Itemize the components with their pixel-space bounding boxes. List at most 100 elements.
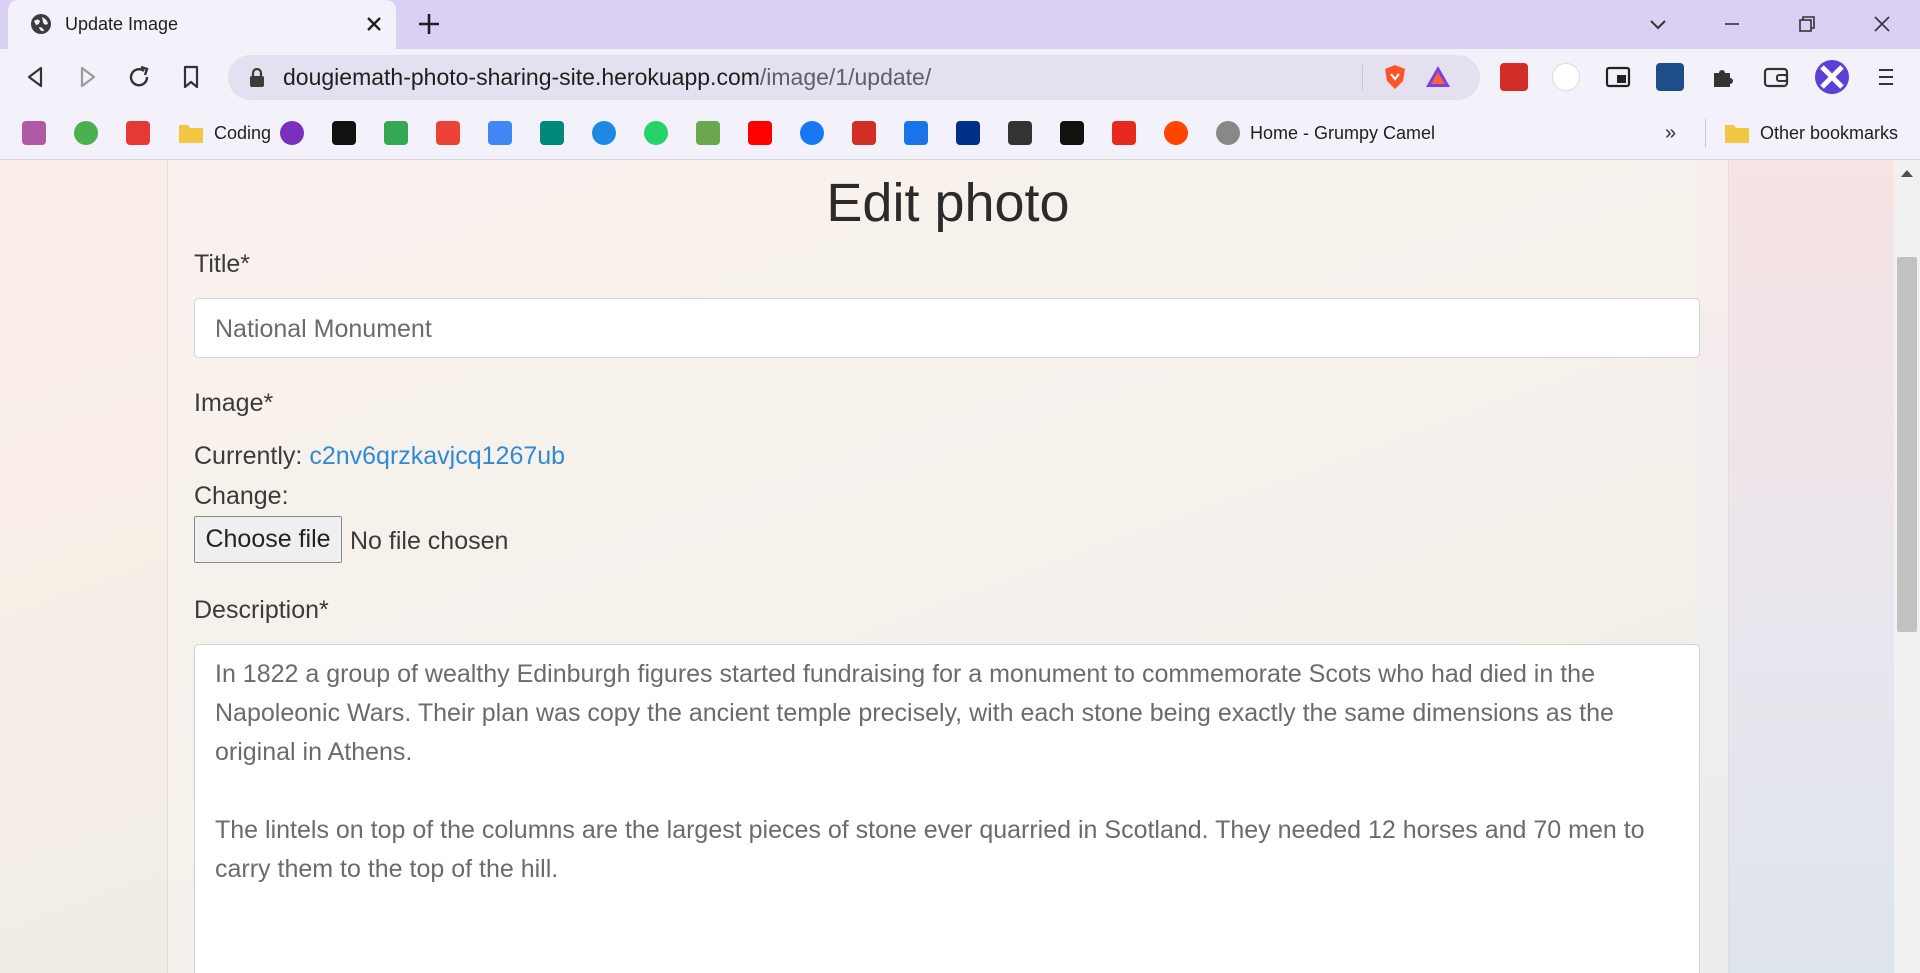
close-window-icon[interactable] <box>1870 12 1894 36</box>
page-title: Edit photo <box>826 173 1070 233</box>
bookmark-item[interactable] <box>22 120 46 146</box>
profile-avatar-icon[interactable] <box>1814 59 1850 95</box>
more-bookmarks-button[interactable]: » <box>1665 120 1676 146</box>
close-tab-icon[interactable] <box>364 14 384 34</box>
other-bookmarks-label: Other bookmarks <box>1760 122 1899 143</box>
minimize-icon[interactable] <box>1720 12 1744 36</box>
gmail-icon <box>436 121 460 145</box>
purple-circle-icon <box>280 121 304 145</box>
bookmark-item[interactable] <box>748 120 772 146</box>
picture-in-picture-icon[interactable] <box>1604 63 1632 91</box>
lastpass-icon <box>852 121 876 145</box>
brave-shield-icon[interactable] <box>1381 63 1409 91</box>
url-text[interactable]: dougiemath-photo-sharing-site.herokuapp.… <box>283 64 931 91</box>
lock-icon[interactable] <box>248 68 266 88</box>
bookmark-item[interactable] <box>280 120 304 146</box>
bookmark-item[interactable] <box>1008 120 1032 146</box>
paypal-icon <box>956 121 980 145</box>
bookmark-item[interactable] <box>332 120 356 146</box>
title-label: Title* <box>194 250 251 278</box>
extensions-puzzle-icon[interactable] <box>1708 63 1736 91</box>
currently-label: Currently: <box>194 442 303 470</box>
back-icon[interactable] <box>22 63 50 91</box>
drive-icon <box>384 121 408 145</box>
page-scrollbar[interactable] <box>1894 160 1920 973</box>
facebook-icon <box>800 121 824 145</box>
youtube-icon <box>748 121 772 145</box>
tab-strip: Update Image <box>0 0 1920 49</box>
restore-icon[interactable] <box>1795 12 1819 36</box>
dots-icon <box>1060 121 1084 145</box>
title-input[interactable]: National Monument <box>194 298 1700 358</box>
bookmark-item[interactable] <box>1060 120 1084 146</box>
reddit-icon <box>1164 121 1188 145</box>
description-textarea[interactable]: In 1822 a group of wealthy Edinburgh fig… <box>194 644 1700 973</box>
browser-toolbar: dougiemath-photo-sharing-site.herokuapp.… <box>0 49 1920 107</box>
bookmark-item[interactable]: Home - Grumpy Camel <box>1216 120 1435 146</box>
camel-icon <box>1216 121 1240 145</box>
forward-icon[interactable] <box>73 63 101 91</box>
omnibox-divider <box>1362 65 1363 90</box>
whatsapp-icon <box>644 121 668 145</box>
translate-icon <box>904 121 928 145</box>
bookmarks-bar: » Other bookmarks Coding Home - Grumpy Ca… <box>0 107 1920 160</box>
bookmark-item[interactable] <box>1112 120 1136 146</box>
bookmark-item[interactable] <box>956 120 980 146</box>
reload-icon[interactable] <box>125 63 153 91</box>
bookmark-item[interactable] <box>904 120 928 146</box>
bookmark-item[interactable] <box>384 120 408 146</box>
new-tab-icon[interactable] <box>416 11 442 37</box>
calendar-icon <box>488 121 512 145</box>
folder-icon <box>179 125 203 143</box>
app-a-icon <box>696 121 720 145</box>
arc-extension-icon[interactable] <box>1656 63 1684 91</box>
meet-icon <box>540 121 564 145</box>
menu-icon[interactable] <box>1872 63 1900 91</box>
tab-search-icon[interactable] <box>1646 12 1670 36</box>
image-label: Image* <box>194 389 274 417</box>
ted-icon <box>1112 121 1136 145</box>
change-label: Change: <box>194 482 289 510</box>
bookmark-item[interactable] <box>540 120 564 146</box>
brave-rewards-icon[interactable] <box>1424 63 1452 91</box>
site-icon <box>22 121 46 145</box>
lastpass-extension-icon[interactable] <box>1500 63 1528 91</box>
wallet-icon[interactable] <box>1762 63 1790 91</box>
globe-icon <box>31 14 51 34</box>
bookmark-icon[interactable] <box>177 63 205 91</box>
no-file-chosen-text: No file chosen <box>350 527 509 555</box>
active-tab[interactable]: Update Image <box>8 0 396 49</box>
scroll-up-arrow-icon[interactable] <box>1901 170 1913 177</box>
scrollbar-thumb[interactable] <box>1897 257 1917 632</box>
bookmark-item[interactable] <box>852 120 876 146</box>
chat-icon <box>126 121 150 145</box>
choose-file-button[interactable]: Choose file <box>194 516 342 563</box>
bookmark-item[interactable] <box>1164 120 1188 146</box>
current-image-row: Currently: c2nv6qrzkavjcq1267ub <box>194 442 565 471</box>
tab-title: Update Image <box>65 14 179 34</box>
bookmark-item[interactable] <box>74 120 98 146</box>
bookmark-item[interactable] <box>800 120 824 146</box>
grid-icon <box>1008 121 1032 145</box>
bookmark-item[interactable] <box>644 120 668 146</box>
edit-form-container: Edit photo Title* National Monument Imag… <box>167 160 1729 973</box>
address-bar[interactable]: dougiemath-photo-sharing-site.herokuapp.… <box>228 55 1480 100</box>
url-path: /image/1/update/ <box>759 64 932 90</box>
bookmark-item[interactable] <box>126 120 150 146</box>
other-bookmarks-folder[interactable]: Other bookmarks <box>1724 120 1898 146</box>
bookmark-label: Home - Grumpy Camel <box>1250 122 1436 143</box>
bookmark-item[interactable]: Coding <box>178 120 271 146</box>
page-viewport: Edit photo Title* National Monument Imag… <box>0 160 1894 973</box>
bookmark-item[interactable] <box>696 120 720 146</box>
bookmarks-divider <box>1705 119 1706 147</box>
onedrive-icon <box>592 121 616 145</box>
bookmark-item[interactable] <box>592 120 616 146</box>
current-image-link[interactable]: c2nv6qrzkavjcq1267ub <box>309 442 565 470</box>
amazon-icon <box>332 121 356 145</box>
edge-like-icon <box>74 121 98 145</box>
bookmark-item[interactable] <box>436 120 460 146</box>
bookmark-label: Coding <box>214 122 272 143</box>
otter-extension-icon[interactable] <box>1552 63 1580 91</box>
bookmark-item[interactable] <box>488 120 512 146</box>
description-label: Description* <box>194 596 329 624</box>
